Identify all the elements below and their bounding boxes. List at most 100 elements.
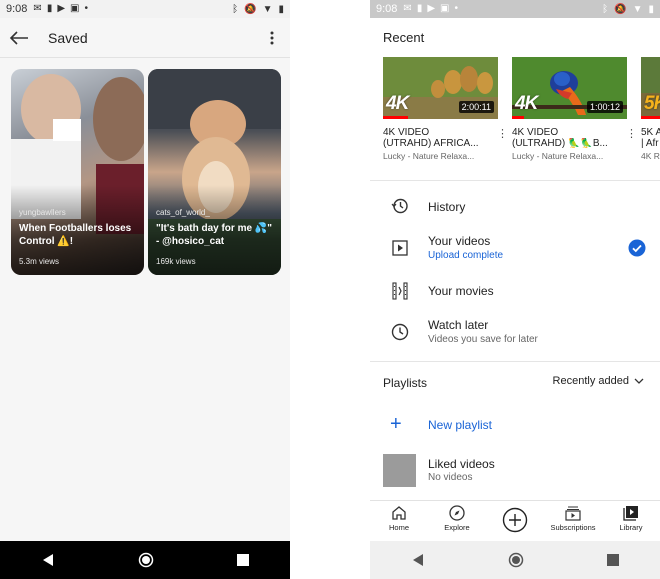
recent-video-card[interactable]: 4K 2:00:11 4K VIDEO (UTRAHD) AFRICA... L… bbox=[383, 57, 508, 161]
bottom-navigation: Home Explore Subscriptions Library bbox=[370, 500, 660, 540]
video-title-line2: (ULTRAHD) 🦜🦜B... bbox=[512, 138, 608, 149]
more-options-button[interactable] bbox=[262, 28, 282, 48]
liked-videos-count: No videos bbox=[428, 472, 473, 483]
status-time: 9:08 bbox=[6, 3, 28, 15]
back-button[interactable] bbox=[0, 18, 38, 58]
play-box-icon bbox=[391, 239, 409, 257]
subscriptions-icon bbox=[565, 506, 581, 521]
watch-progress-bar bbox=[512, 116, 524, 119]
new-playlist-button[interactable]: New playlist bbox=[428, 418, 492, 432]
reel-caption: "It's bath day for me 💦" - @hosico_cat bbox=[156, 223, 272, 247]
system-nav-bar bbox=[370, 541, 660, 579]
liked-videos-thumbnail[interactable] bbox=[383, 454, 416, 487]
youtube-library-screen: 9:08 ✉ ▮ ▶ ▣ • ᛒ 🔕 ▼ ▮ Recent 4K 2:00:11 bbox=[370, 0, 660, 579]
liked-videos-title[interactable]: Liked videos bbox=[428, 457, 495, 471]
nav-explore[interactable]: Explore bbox=[428, 505, 486, 532]
video-title-line2: | Afr bbox=[641, 138, 659, 149]
library-icon bbox=[623, 506, 638, 521]
reel-views: 169k views bbox=[156, 257, 196, 266]
channel-name: Lucky - Nature Relaxa... bbox=[512, 151, 604, 161]
film-icon bbox=[391, 282, 409, 300]
sort-label: Recently added bbox=[552, 375, 629, 387]
check-circle-icon bbox=[628, 239, 646, 257]
library-item-sublabel: Videos you save for later bbox=[428, 334, 538, 345]
nav-back-icon[interactable] bbox=[41, 553, 55, 567]
library-item-label: Your movies bbox=[428, 284, 494, 298]
library-item-label: History bbox=[428, 200, 466, 214]
app-bar: Saved bbox=[0, 18, 290, 58]
gmail-icon: ✉ bbox=[33, 3, 42, 14]
video-duration: 2:00:11 bbox=[458, 101, 494, 113]
library-item-watch-later[interactable]: Watch later Videos you save for later bbox=[370, 317, 660, 349]
video-thumbnail: 4K 2:00:11 bbox=[383, 57, 498, 119]
library-item-history[interactable]: History bbox=[370, 196, 660, 218]
quality-badge: 5K bbox=[644, 93, 660, 114]
chevron-down-icon bbox=[634, 378, 644, 384]
video-thumbnail: 5K bbox=[641, 57, 660, 119]
channel-name: Lucky - Nature Relaxa... bbox=[383, 151, 475, 161]
reel-views: 5.3m views bbox=[19, 257, 60, 266]
section-divider bbox=[370, 180, 660, 181]
nav-back-icon[interactable] bbox=[411, 553, 425, 567]
more-vert-icon bbox=[270, 31, 274, 45]
recent-video-card[interactable]: 4K 1:00:12 4K VIDEO (ULTRAHD) 🦜🦜B... Luc… bbox=[512, 57, 637, 161]
video-title-line1: 4K VIDEO bbox=[383, 127, 430, 138]
saved-reel-card[interactable]: cats_of_world_ "It's bath day for me 💦" … bbox=[148, 69, 281, 275]
section-divider bbox=[370, 361, 660, 362]
video-title-line1: 4K VIDEO bbox=[512, 127, 559, 138]
playlists-heading: Playlists bbox=[383, 376, 428, 390]
bluetooth-icon: ᛒ bbox=[602, 3, 609, 15]
app-icon: ▣ bbox=[70, 3, 80, 14]
mute-icon: 🔕 bbox=[614, 3, 627, 15]
video-title-line1: 5K A bbox=[641, 127, 660, 138]
reel-caption: When Footballers loses Control ⚠️! bbox=[19, 223, 132, 247]
nav-label: Home bbox=[388, 523, 409, 532]
library-item-your-videos[interactable]: Your videos Upload complete bbox=[370, 233, 660, 265]
nav-recents-icon[interactable] bbox=[236, 554, 249, 566]
more-vert-icon[interactable]: ⋮ bbox=[497, 127, 508, 140]
saved-reel-card[interactable]: yungbawllers When Footballers loses Cont… bbox=[11, 69, 144, 275]
recent-video-card[interactable]: 5K 5K A | Afr 4K R bbox=[641, 57, 660, 161]
library-item-label: Your videos bbox=[428, 234, 491, 248]
page-title: Saved bbox=[48, 29, 88, 46]
status-bar: 9:08 ✉ ▮ ▶ ▣ • ᛒ 🔕 ▼ ▮ bbox=[0, 0, 290, 18]
nav-subscriptions[interactable]: Subscriptions bbox=[544, 505, 602, 532]
nav-home-icon[interactable] bbox=[508, 552, 524, 568]
library-item-label: Watch later bbox=[428, 318, 489, 332]
nav-library[interactable]: Library bbox=[602, 505, 660, 532]
video-thumbnail: 4K 1:00:12 bbox=[512, 57, 627, 119]
app-icon: ▣ bbox=[440, 3, 450, 14]
reel-username: yungbawllers bbox=[19, 208, 66, 217]
library-item-your-movies[interactable]: Your movies bbox=[370, 281, 660, 303]
history-icon bbox=[391, 197, 409, 215]
compass-icon bbox=[449, 505, 465, 521]
add-circle-icon bbox=[502, 507, 528, 533]
video-title-line2: (UTRAHD) AFRICA... bbox=[383, 138, 479, 149]
quality-badge: 4K bbox=[386, 93, 409, 114]
nav-label: Library bbox=[619, 523, 643, 532]
nav-home[interactable]: Home bbox=[370, 505, 428, 532]
nav-create[interactable] bbox=[486, 507, 544, 533]
nav-recents-icon[interactable] bbox=[606, 554, 619, 566]
video-duration: 1:00:12 bbox=[586, 101, 623, 113]
bluetooth-icon: ᛒ bbox=[232, 3, 239, 15]
youtube-icon: ▶ bbox=[427, 3, 436, 14]
watch-progress-bar bbox=[383, 116, 409, 119]
gmail-icon: ✉ bbox=[403, 3, 412, 14]
watch-progress-bar bbox=[641, 116, 660, 119]
channel-name: 4K R bbox=[641, 151, 660, 161]
wifi-icon: ▼ bbox=[632, 3, 643, 15]
playlist-sort-dropdown[interactable]: Recently added bbox=[553, 375, 644, 387]
wifi-icon: ▼ bbox=[262, 3, 273, 15]
plus-icon[interactable]: + bbox=[390, 414, 402, 434]
status-time: 9:08 bbox=[376, 3, 398, 15]
home-icon bbox=[392, 506, 406, 520]
dot-icon: • bbox=[84, 3, 88, 14]
nav-home-icon[interactable] bbox=[138, 552, 154, 568]
upload-status: Upload complete bbox=[428, 250, 504, 261]
arrow-left-icon bbox=[9, 30, 28, 45]
quality-badge: 4K bbox=[515, 93, 538, 114]
dot-icon: • bbox=[454, 3, 458, 14]
battery-icon: ▮ bbox=[278, 3, 284, 15]
more-vert-icon[interactable]: ⋮ bbox=[626, 127, 637, 140]
